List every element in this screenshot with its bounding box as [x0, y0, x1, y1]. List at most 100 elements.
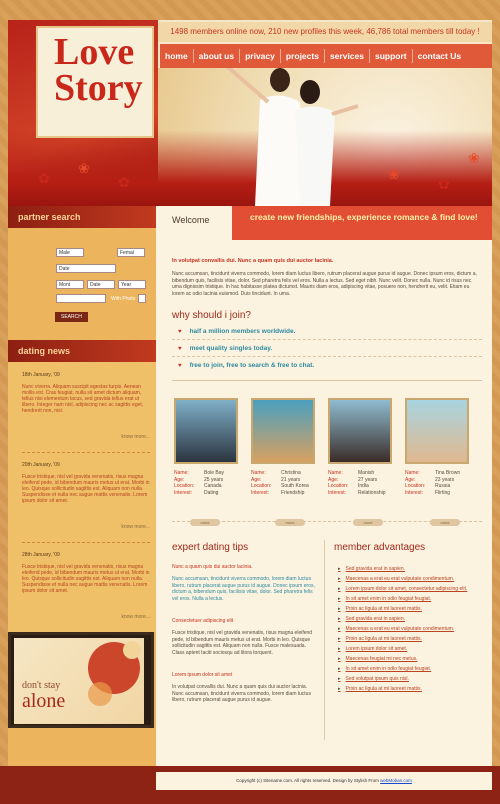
news-item: 18th January, '09 Nunc viverra. Aliquam … — [22, 372, 150, 442]
gender-select[interactable]: Male — [56, 248, 84, 257]
advantage-text[interactable]: Sed gravida erat in sapien. — [346, 566, 405, 572]
advantage-link[interactable]: ▸ Proin ac ligula at mi laoreet mattis. — [338, 686, 422, 692]
member-interest: Dating — [204, 489, 219, 496]
advantage-link[interactable]: ▸ Sed gravida erat in sapien. — [338, 616, 405, 622]
arrow-icon: ▸ — [338, 626, 341, 632]
seeking-select[interactable]: Femal — [117, 248, 145, 257]
advantage-text[interactable]: Proin ac ligula at mi laoreet mattis. — [346, 686, 422, 692]
advantage-text[interactable]: Lorem ipsum dolor sit amet, consectetur … — [346, 586, 468, 592]
divider — [172, 356, 482, 357]
member-card: Name: Manish Age: 27 years Location: India … — [328, 398, 398, 496]
advantage-link[interactable]: ▸ Maecenas feugiat mi nec metus. — [338, 656, 418, 662]
partner-search-form: Male Femal Date Mont Date Year With Phot… — [14, 238, 152, 338]
welcome-label: Welcome — [156, 206, 236, 240]
with-photo-checkbox[interactable] — [138, 294, 147, 303]
why-item: ♥ free to join, free to search & free to … — [178, 362, 314, 369]
know-more-link[interactable]: know more... — [121, 434, 150, 440]
column-divider — [324, 540, 325, 740]
tip-heading: Lorem ipsum dolor sit amet — [172, 672, 233, 678]
zip-input[interactable] — [56, 294, 106, 303]
member-advantages-title: member advantages — [334, 542, 426, 553]
intro-heading: In volutpat convallis dui. Nunc a quam q… — [172, 258, 334, 264]
advantage-text[interactable]: In sit amet enim in odio feugiat feugiat… — [346, 666, 432, 672]
member-photo[interactable] — [405, 398, 469, 464]
label: Interest: — [405, 489, 424, 496]
member-card: Name: Bole Bay Age: 25 years Location: Cana… — [174, 398, 244, 496]
member-photo[interactable] — [174, 398, 238, 464]
site-logo[interactable]: Love Story — [54, 33, 144, 109]
tip-text-body: Nunc accumsan, tincidunt viverra commodo… — [172, 576, 315, 602]
arrow-icon: ▸ — [338, 686, 341, 692]
divider — [22, 452, 150, 453]
promo-line-2: alone — [22, 690, 66, 712]
arrow-icon: ▸ — [338, 656, 341, 662]
advantage-text[interactable]: Lorem ipsum dolor sit amet. — [346, 646, 408, 652]
advantage-text[interactable]: Sed gravida erat in sapien. — [346, 616, 405, 622]
advantage-link[interactable]: ▸ In sit amet enim in odio feugiat feugia… — [338, 596, 431, 602]
year-select[interactable]: Year — [118, 280, 146, 289]
advantage-link[interactable]: ▸ Maecenas a erat eu erat vulputate condi… — [338, 626, 454, 632]
day-select[interactable]: Date — [87, 280, 115, 289]
advantage-text[interactable]: Maecenas a erat eu erat vulputate condim… — [346, 626, 455, 632]
month-select[interactable]: Mont — [56, 280, 84, 289]
advantage-text[interactable]: Sed volutpat ipsum quis nisl. — [346, 676, 409, 682]
advantage-text[interactable]: In sit amet enim in odio feugiat feugiat… — [346, 596, 432, 602]
more-button[interactable]: more — [353, 519, 383, 526]
label: Interest: — [251, 489, 270, 496]
member-interest: Flirting — [435, 489, 451, 496]
advantage-link[interactable]: ▸ Proin ac ligula at mi laoreet mattis. — [338, 606, 422, 612]
advantage-link[interactable]: ▸ Maecenas a erat eu erat vulputate condi… — [338, 576, 454, 582]
arrow-icon: ▸ — [338, 666, 341, 672]
advantage-link[interactable]: ▸ Lorem ipsum dolor sit amet, consectetur… — [338, 586, 467, 592]
member-interest: Relationship — [358, 489, 386, 496]
more-button[interactable]: more — [430, 519, 460, 526]
logo-line-2: Story — [54, 67, 143, 109]
member-photo[interactable] — [328, 398, 392, 464]
footer: Copyright (c) Sitename.com. All rights r… — [156, 772, 492, 790]
member-info: Name: Bole Bay Age: 25 years Location: Cana… — [174, 470, 244, 496]
why-item-text: half a million members worldwide. — [189, 328, 296, 335]
member-interest: Friendship — [281, 489, 305, 496]
tip-text: In volutpat convallis dui. Nunc a quam q… — [172, 684, 311, 703]
advantage-text[interactable]: Proin ac ligula at mi laoreet mattis. — [346, 636, 422, 642]
why-join-title: why should i join? — [172, 310, 251, 321]
arrow-icon: ▸ — [338, 566, 341, 572]
arrow-icon: ▸ — [338, 596, 341, 602]
advantage-text[interactable]: Proin ac ligula at mi laoreet mattis. — [346, 606, 422, 612]
nav-support[interactable]: support — [370, 49, 413, 63]
search-button[interactable]: SEARCH — [55, 312, 88, 322]
advantage-link[interactable]: ▸ In sit amet enim in odio feugiat feugia… — [338, 666, 431, 672]
member-info: Name: Christina Age: 21 years Location: Sou… — [251, 470, 321, 496]
divider — [172, 339, 482, 340]
advantage-link[interactable]: ▸ Proin ac ligula at mi laoreet mattis. — [338, 636, 422, 642]
nav-services[interactable]: services — [325, 49, 370, 63]
divider — [22, 542, 150, 543]
heart-icon: ♥ — [178, 328, 182, 335]
tip-text: Fusce tristique, nisl vel gravida venena… — [172, 630, 313, 656]
nav-home[interactable]: home — [160, 49, 194, 63]
dating-news-heading: dating news — [8, 340, 156, 362]
with-photo-label: With Photo — [111, 295, 136, 302]
member-card: Name: Christina Age: 21 years Location: Sou… — [251, 398, 321, 496]
advantage-link[interactable]: ▸ Sed gravida erat in sapien. — [338, 566, 405, 572]
know-more-link[interactable]: know more... — [121, 524, 150, 530]
tip-heading: Consectetuer adipiscing elit — [172, 618, 234, 624]
more-button[interactable]: more — [190, 519, 220, 526]
advantage-link[interactable]: ▸ Sed volutpat ipsum quis nisl. — [338, 676, 409, 682]
member-photo[interactable] — [251, 398, 315, 464]
designer-link[interactable]: webMoban.com — [380, 778, 412, 783]
tip-text: Nunc accumsan, tincidunt viverra commodo… — [172, 576, 318, 602]
looking-for-select[interactable]: Date — [56, 264, 116, 273]
nav-privacy[interactable]: privacy — [240, 49, 281, 63]
advantage-link[interactable]: ▸ Lorem ipsum dolor sit amet. — [338, 646, 407, 652]
why-item-text: meet quality singles today. — [189, 345, 273, 352]
nav-about-us[interactable]: about us — [194, 49, 241, 63]
know-more-link[interactable]: know more... — [121, 614, 150, 620]
member-info: Name: Manish Age: 27 years Location: India … — [328, 470, 398, 496]
nav-projects[interactable]: projects — [281, 49, 325, 63]
member-card: Name: Tina Brown Age: 23 years Location: Ru… — [405, 398, 475, 496]
advantage-text[interactable]: Maecenas a erat eu erat vulputate condim… — [346, 576, 455, 582]
more-button[interactable]: more — [275, 519, 305, 526]
advantage-text[interactable]: Maecenas feugiat mi nec metus. — [346, 656, 418, 662]
nav-contact-us[interactable]: contact Us — [413, 49, 466, 63]
